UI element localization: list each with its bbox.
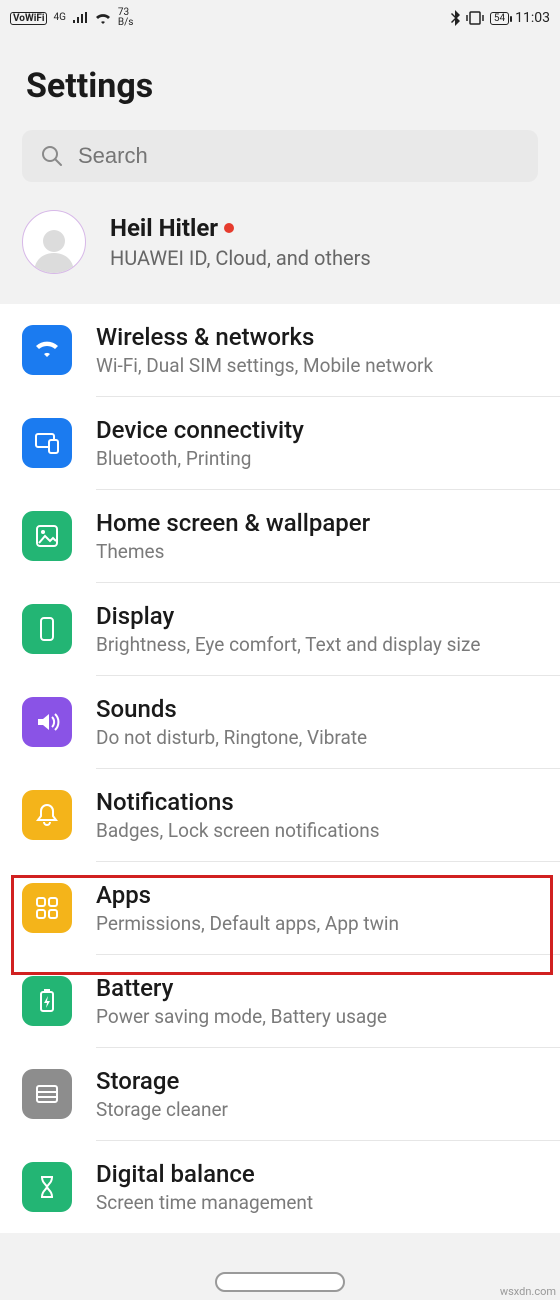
watermark: wsxdn.com bbox=[500, 1285, 556, 1298]
row-storage[interactable]: Storage Storage cleaner bbox=[0, 1048, 560, 1140]
row-subtitle: Wi-Fi, Dual SIM settings, Mobile network bbox=[96, 354, 542, 377]
avatar bbox=[22, 210, 86, 274]
search-icon bbox=[40, 144, 64, 168]
display-icon bbox=[22, 604, 72, 654]
apps-icon bbox=[22, 883, 72, 933]
row-sounds[interactable]: Sounds Do not disturb, Ringtone, Vibrate bbox=[0, 676, 560, 768]
row-apps[interactable]: Apps Permissions, Default apps, App twin bbox=[0, 862, 560, 954]
row-subtitle: Storage cleaner bbox=[96, 1098, 542, 1121]
settings-list: Wireless & networks Wi-Fi, Dual SIM sett… bbox=[0, 304, 560, 1233]
hourglass-icon bbox=[22, 1162, 72, 1212]
wallpaper-icon bbox=[22, 511, 72, 561]
account-subtitle: HUAWEI ID, Cloud, and others bbox=[110, 246, 371, 270]
row-subtitle: Do not disturb, Ringtone, Vibrate bbox=[96, 726, 542, 749]
speed-unit: B/s bbox=[118, 18, 134, 28]
row-subtitle: Power saving mode, Battery usage bbox=[96, 1005, 542, 1028]
sound-icon bbox=[22, 697, 72, 747]
search-bar[interactable] bbox=[22, 130, 538, 182]
status-left: VoWiFi 4G 73 B/s bbox=[10, 8, 133, 28]
row-title: Apps bbox=[96, 881, 542, 909]
status-bar: VoWiFi 4G 73 B/s 54 11:03 bbox=[0, 0, 560, 36]
row-subtitle: Themes bbox=[96, 540, 542, 563]
wifi-icon bbox=[22, 325, 72, 375]
row-notifications[interactable]: Notifications Badges, Lock screen notifi… bbox=[0, 769, 560, 861]
account-row[interactable]: Heil Hitler HUAWEI ID, Cloud, and others bbox=[0, 192, 560, 292]
row-title: Device connectivity bbox=[96, 416, 542, 444]
row-wireless[interactable]: Wireless & networks Wi-Fi, Dual SIM sett… bbox=[0, 304, 560, 396]
row-title: Display bbox=[96, 602, 542, 630]
nav-pill[interactable] bbox=[215, 1272, 345, 1292]
row-title: Home screen & wallpaper bbox=[96, 509, 542, 537]
row-title: Wireless & networks bbox=[96, 323, 542, 351]
row-title: Sounds bbox=[96, 695, 542, 723]
row-title: Notifications bbox=[96, 788, 542, 816]
notification-dot-icon bbox=[224, 223, 234, 233]
row-device-connectivity[interactable]: Device connectivity Bluetooth, Printing bbox=[0, 397, 560, 489]
row-digital-balance[interactable]: Digital balance Screen time management bbox=[0, 1141, 560, 1233]
row-title: Battery bbox=[96, 974, 542, 1002]
devices-icon bbox=[22, 418, 72, 468]
row-subtitle: Permissions, Default apps, App twin bbox=[96, 912, 542, 935]
row-display[interactable]: Display Brightness, Eye comfort, Text an… bbox=[0, 583, 560, 675]
search-input[interactable] bbox=[78, 143, 520, 169]
row-title: Digital balance bbox=[96, 1160, 542, 1188]
storage-icon bbox=[22, 1069, 72, 1119]
bluetooth-icon bbox=[450, 10, 460, 26]
row-title: Storage bbox=[96, 1067, 542, 1095]
row-subtitle: Brightness, Eye comfort, Text and displa… bbox=[96, 633, 542, 656]
row-subtitle: Bluetooth, Printing bbox=[96, 447, 542, 470]
page-title: Settings bbox=[0, 36, 560, 130]
account-name: Heil Hitler bbox=[110, 214, 218, 242]
row-battery[interactable]: Battery Power saving mode, Battery usage bbox=[0, 955, 560, 1047]
bell-icon bbox=[22, 790, 72, 840]
wifi-status-icon bbox=[94, 11, 112, 25]
row-subtitle: Badges, Lock screen notifications bbox=[96, 819, 542, 842]
battery-icon: 54 bbox=[490, 12, 509, 25]
row-subtitle: Screen time management bbox=[96, 1191, 542, 1214]
vowifi-badge: VoWiFi bbox=[10, 12, 47, 25]
signal-icon bbox=[72, 12, 88, 24]
clock: 11:03 bbox=[515, 10, 550, 26]
row-home-screen[interactable]: Home screen & wallpaper Themes bbox=[0, 490, 560, 582]
vibrate-icon bbox=[466, 11, 484, 25]
network-type: 4G bbox=[53, 13, 65, 23]
status-right: 54 11:03 bbox=[450, 10, 550, 26]
battery-icon bbox=[22, 976, 72, 1026]
